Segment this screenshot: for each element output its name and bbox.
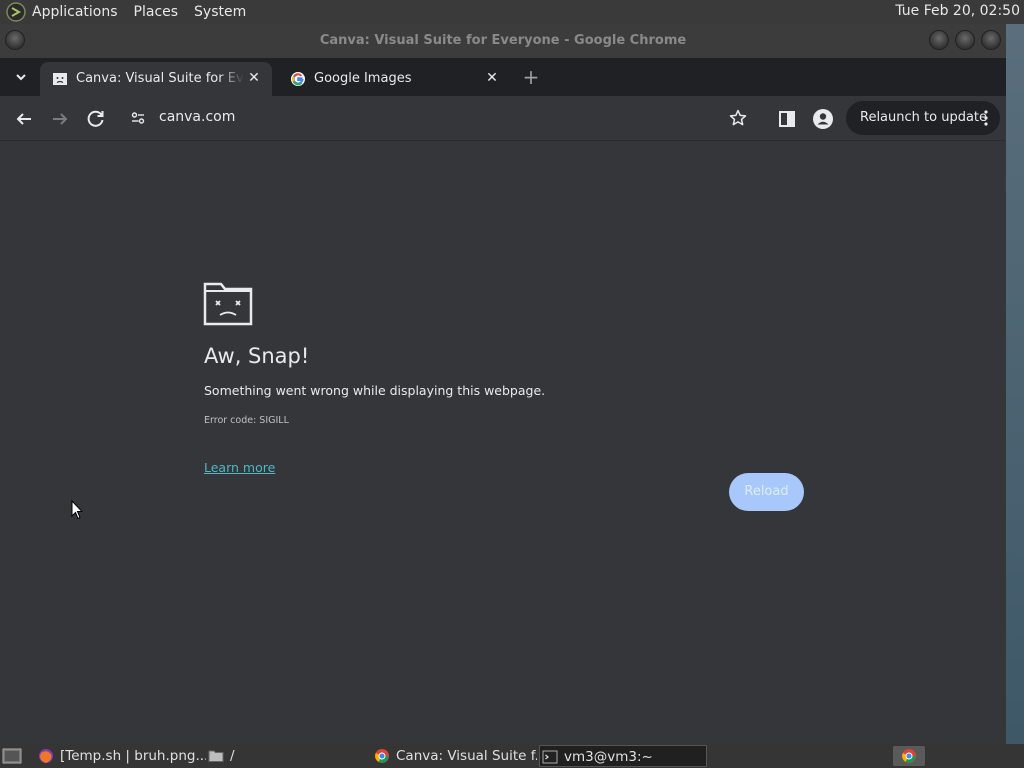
- page-content: Aw, Snap! Something went wrong while dis…: [0, 142, 1006, 744]
- new-tab-plus-icon[interactable]: +: [520, 66, 542, 88]
- close-tab-icon[interactable]: ✕: [244, 68, 264, 88]
- tab-google-images[interactable]: Google Images ✕: [278, 62, 510, 96]
- window-menu-button[interactable]: [5, 30, 25, 50]
- maximize-button[interactable]: [955, 30, 975, 50]
- distro-logo-icon[interactable]: [6, 2, 26, 22]
- clock[interactable]: Tue Feb 20, 02:50: [895, 3, 1020, 19]
- taskbar-item-file-manager[interactable]: /: [206, 745, 366, 767]
- chrome-icon: [902, 749, 916, 763]
- profile-avatar-icon[interactable]: [811, 107, 835, 131]
- desktop-background: [1006, 24, 1024, 744]
- error-message: Something went wrong while displaying th…: [204, 383, 546, 398]
- sad-page-icon: [53, 73, 67, 85]
- taskbar-item-terminal[interactable]: vm3@vm3:~: [539, 745, 707, 767]
- reload-icon[interactable]: [84, 107, 108, 131]
- reload-button[interactable]: Reload: [729, 473, 804, 511]
- taskbar-item-firefox[interactable]: [Temp.sh | bruh.png...: [36, 745, 206, 767]
- sad-folder-icon: [203, 282, 253, 326]
- error-code: Error code: SIGILL: [204, 415, 289, 426]
- menu-system[interactable]: System: [194, 4, 246, 20]
- taskbar-label: /: [230, 748, 235, 764]
- side-panel-icon[interactable]: [775, 107, 799, 131]
- tab-search-chevron-icon[interactable]: [12, 68, 30, 86]
- taskbar-label: vm3@vm3:~: [564, 749, 653, 765]
- taskbar-item-chrome[interactable]: Canva: Visual Suite f...: [372, 745, 537, 767]
- menu-places[interactable]: Places: [134, 4, 179, 20]
- window-titlebar[interactable]: Canva: Visual Suite for Everyone - Googl…: [0, 24, 1006, 58]
- show-desktop-icon[interactable]: [2, 747, 22, 765]
- back-arrow-icon[interactable]: [12, 107, 36, 131]
- address-bar[interactable]: canva.com: [120, 102, 766, 134]
- google-icon: [291, 72, 305, 86]
- taskbar-label: Canva: Visual Suite f...: [396, 748, 537, 764]
- desktop-top-panel: Applications Places System Tue Feb 20, 0…: [0, 0, 1024, 24]
- minimize-button[interactable]: [929, 30, 949, 50]
- firefox-icon: [39, 749, 53, 763]
- tab-title: Canva: Visual Suite for Everyone: [76, 71, 244, 86]
- relaunch-label: Relaunch to update: [860, 110, 988, 125]
- browser-toolbar: canva.com Relaunch to update: [0, 96, 1006, 141]
- menu-applications[interactable]: Applications: [32, 4, 118, 20]
- relaunch-to-update-button[interactable]: Relaunch to update: [846, 101, 1000, 135]
- terminal-icon: [542, 750, 558, 764]
- url-text[interactable]: canva.com: [159, 109, 235, 125]
- folder-icon: [208, 750, 224, 762]
- workspace-switcher[interactable]: [893, 746, 925, 766]
- chrome-window: Canva: Visual Suite for Everyone - Googl…: [0, 24, 1006, 744]
- tab-canva[interactable]: Canva: Visual Suite for Everyone ✕: [40, 62, 272, 96]
- tab-strip: Canva: Visual Suite for Everyone ✕ Googl…: [0, 58, 1006, 96]
- tab-title: Google Images: [314, 71, 412, 86]
- chrome-icon: [375, 749, 389, 763]
- window-title: Canva: Visual Suite for Everyone - Googl…: [319, 33, 687, 48]
- more-menu-icon[interactable]: [984, 109, 988, 127]
- bookmark-star-icon[interactable]: [728, 108, 748, 128]
- mouse-cursor-icon: [71, 500, 83, 520]
- forward-arrow-icon[interactable]: [48, 107, 72, 131]
- close-window-button[interactable]: [981, 30, 1001, 50]
- learn-more-link[interactable]: Learn more: [204, 460, 275, 475]
- error-title: Aw, Snap!: [204, 344, 310, 368]
- close-tab-icon[interactable]: ✕: [482, 68, 502, 88]
- taskbar-label: [Temp.sh | bruh.png...: [60, 748, 206, 764]
- site-info-tune-icon[interactable]: [130, 110, 146, 126]
- taskbar: [Temp.sh | bruh.png... / Canva: Visual S…: [0, 744, 1024, 768]
